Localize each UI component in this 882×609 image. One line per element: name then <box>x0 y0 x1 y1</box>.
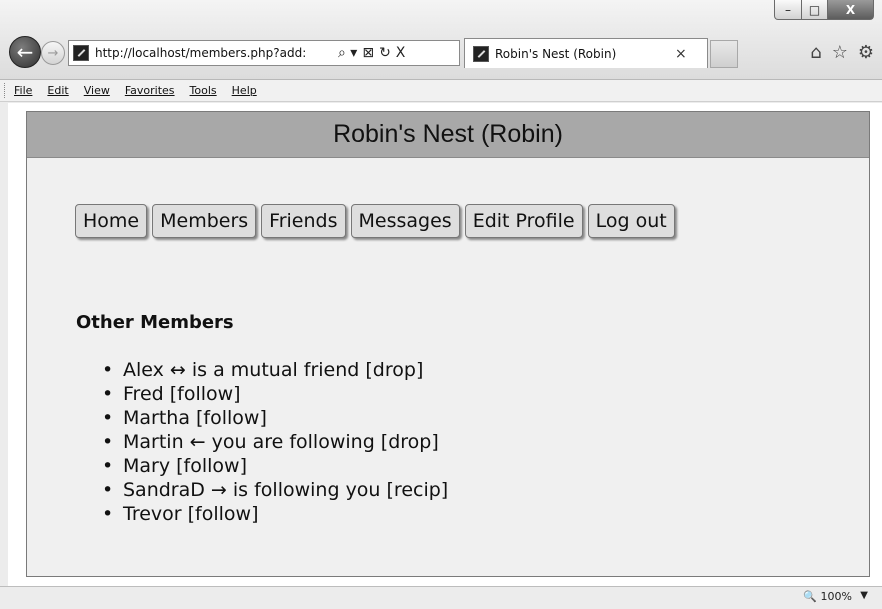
member-item-fred[interactable]: Fred [follow] <box>101 382 448 406</box>
site-nav: Home Members Friends Messages Edit Profi… <box>75 204 680 238</box>
forward-arrow-icon: → <box>47 45 59 61</box>
members-heading: Other Members <box>76 312 234 333</box>
refresh-icon[interactable]: ↻ <box>379 46 391 60</box>
window-controls: – □ X <box>774 0 874 20</box>
minimize-button[interactable]: – <box>774 0 802 20</box>
close-button[interactable]: X <box>828 0 874 20</box>
address-bar[interactable]: http://localhost/members.php?add: ⌕ ▾ ⊠ … <box>68 40 460 66</box>
url-text[interactable]: http://localhost/members.php?add: <box>95 46 333 60</box>
maximize-button[interactable]: □ <box>802 0 828 20</box>
site-container: Robin's Nest (Robin) Home Members Friend… <box>26 111 870 577</box>
members-list: Alex ↔ is a mutual friend [drop] Fred [f… <box>101 358 448 526</box>
nav-edit-profile-button[interactable]: Edit Profile <box>464 204 583 238</box>
forward-button[interactable]: → <box>41 41 65 65</box>
back-button[interactable]: ← <box>9 36 41 68</box>
site-header: Robin's Nest (Robin) <box>27 112 869 158</box>
nav-friends-button[interactable]: Friends <box>261 204 346 238</box>
member-item-martin[interactable]: Martin ← you are following [drop] <box>101 430 448 454</box>
tab-robins-nest[interactable]: Robin's Nest (Robin) × <box>464 38 708 68</box>
menu-file[interactable]: File <box>14 84 32 97</box>
page-viewport: Robin's Nest (Robin) Home Members Friend… <box>8 103 882 586</box>
home-icon[interactable]: ⌂ <box>810 42 821 63</box>
member-item-alex[interactable]: Alex ↔ is a mutual friend [drop] <box>101 358 448 382</box>
tab-close-icon[interactable]: × <box>675 46 687 62</box>
page-title: Robin's Nest (Robin) <box>333 120 563 148</box>
zoom-dropdown-icon[interactable]: ▼ <box>860 590 868 601</box>
search-dropdown-icon[interactable]: ⌕ ▾ <box>338 46 357 60</box>
favorites-star-icon[interactable]: ☆ <box>832 42 848 63</box>
site-favicon-icon <box>73 45 89 61</box>
member-item-trevor[interactable]: Trevor [follow] <box>101 502 448 526</box>
menu-edit[interactable]: Edit <box>47 84 68 97</box>
member-item-sandrad[interactable]: SandraD → is following you [recip] <box>101 478 448 502</box>
menu-view[interactable]: View <box>84 84 110 97</box>
nav-home-button[interactable]: Home <box>75 204 148 238</box>
status-bar: 🔍 100% ▼ <box>0 586 882 609</box>
zoom-level[interactable]: 🔍 100% <box>803 590 852 603</box>
browser-toolbar-icons: ⌂ ☆ ⚙ <box>810 42 874 63</box>
menu-tools[interactable]: Tools <box>190 84 217 97</box>
nav-logout-button[interactable]: Log out <box>587 204 675 238</box>
tab-title: Robin's Nest (Robin) <box>495 46 617 61</box>
menu-help[interactable]: Help <box>232 84 257 97</box>
tools-gear-icon[interactable]: ⚙ <box>858 42 874 63</box>
new-tab-button[interactable] <box>710 40 738 68</box>
nav-members-button[interactable]: Members <box>152 204 257 238</box>
member-item-mary[interactable]: Mary [follow] <box>101 454 448 478</box>
menu-bar: File Edit View Favorites Tools Help <box>0 80 882 102</box>
compatibility-view-icon[interactable]: ⊠ <box>362 46 374 60</box>
menu-favorites[interactable]: Favorites <box>125 84 175 97</box>
menu-grip <box>4 83 7 98</box>
tab-favicon-icon <box>473 45 489 62</box>
stop-icon[interactable]: X <box>396 46 406 60</box>
member-item-martha[interactable]: Martha [follow] <box>101 406 448 430</box>
back-arrow-icon: ← <box>16 40 34 64</box>
browser-chrome: – □ X ← → http://localhost/members.php?a… <box>0 0 882 80</box>
nav-messages-button[interactable]: Messages <box>350 204 460 238</box>
